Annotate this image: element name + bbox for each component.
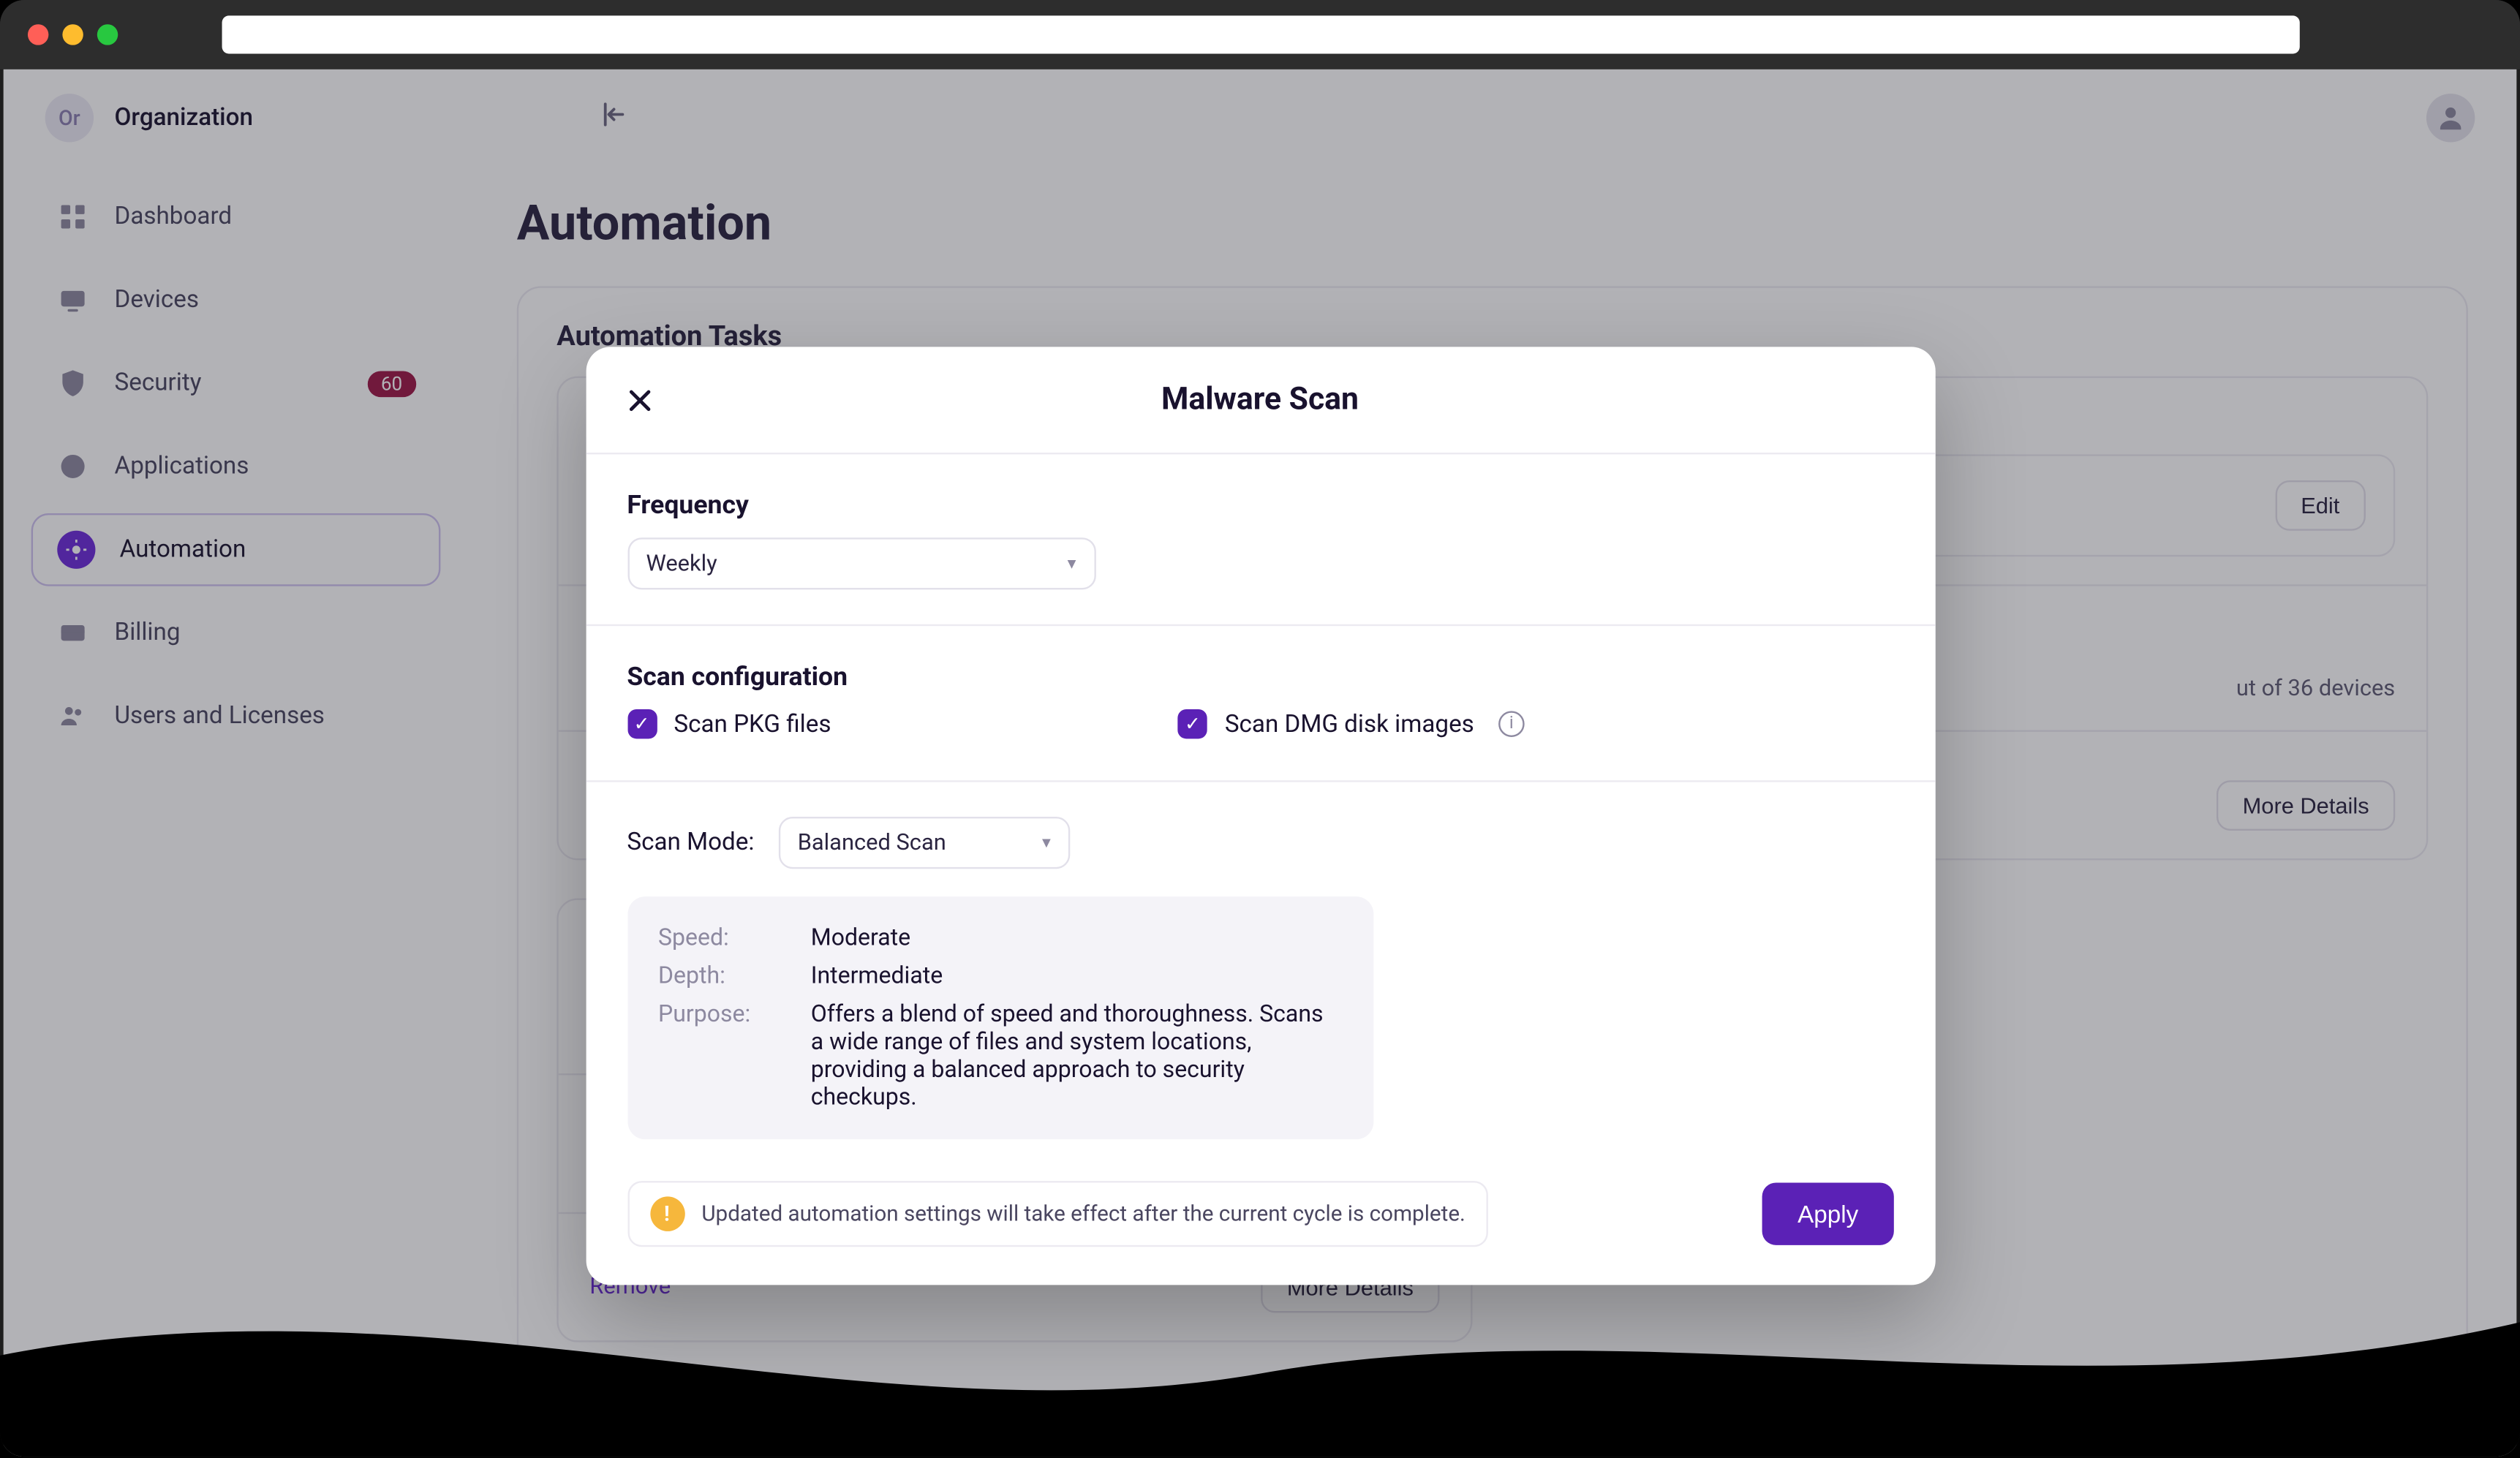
frequency-label: Frequency <box>627 489 1893 521</box>
info-val-depth: Intermediate <box>811 962 1342 990</box>
url-bar[interactable] <box>222 15 2300 53</box>
close-icon[interactable] <box>620 382 658 420</box>
checkmark-icon: ✓ <box>1178 709 1207 739</box>
apply-button[interactable]: Apply <box>1763 1182 1893 1244</box>
scan-mode-select[interactable]: Balanced Scan ▾ <box>779 817 1070 869</box>
browser-window: Or Organization Dashboard <box>0 0 2520 1457</box>
frequency-select[interactable]: Weekly ▾ <box>627 537 1095 589</box>
modal-overlay[interactable]: Malware Scan Frequency Weekly ▾ Scan con… <box>4 69 2517 1457</box>
scan-mode-value: Balanced Scan <box>798 830 946 856</box>
window-minimize-dot[interactable] <box>62 24 83 45</box>
info-val-speed: Moderate <box>811 924 1342 952</box>
info-key-depth: Depth: <box>658 962 780 990</box>
checkbox-label: Scan DMG disk images <box>1225 710 1474 738</box>
info-key-speed: Speed: <box>658 924 780 952</box>
checkmark-icon: ✓ <box>627 709 656 739</box>
chevron-down-icon: ▾ <box>1042 834 1051 853</box>
checkbox-label: Scan PKG files <box>674 710 831 738</box>
checkbox-scan-pkg[interactable]: ✓ Scan PKG files <box>627 709 831 739</box>
window-zoom-dot[interactable] <box>97 24 118 45</box>
info-icon[interactable]: i <box>1498 711 1525 737</box>
scan-mode-info: Speed: Moderate Depth: Intermediate Purp… <box>627 896 1373 1139</box>
checkbox-scan-dmg[interactable]: ✓ Scan DMG disk images i <box>1178 709 1525 739</box>
info-val-purpose: Offers a blend of speed and thoroughness… <box>811 1000 1342 1111</box>
traffic-lights <box>28 24 118 45</box>
scan-config-label: Scan configuration <box>627 661 1893 692</box>
modal-title: Malware Scan <box>627 382 1893 418</box>
chevron-down-icon: ▾ <box>1068 554 1076 573</box>
scan-mode-label: Scan Mode: <box>627 829 754 857</box>
warning-icon: ! <box>649 1196 684 1231</box>
notice-text: Updated automation settings will take ef… <box>701 1201 1465 1227</box>
frequency-value: Weekly <box>646 551 717 577</box>
window-titlebar <box>0 0 2520 69</box>
window-close-dot[interactable] <box>28 24 48 45</box>
malware-scan-modal: Malware Scan Frequency Weekly ▾ Scan con… <box>585 347 1934 1285</box>
notice-banner: ! Updated automation settings will take … <box>627 1181 1487 1247</box>
info-key-purpose: Purpose: <box>658 1000 780 1111</box>
